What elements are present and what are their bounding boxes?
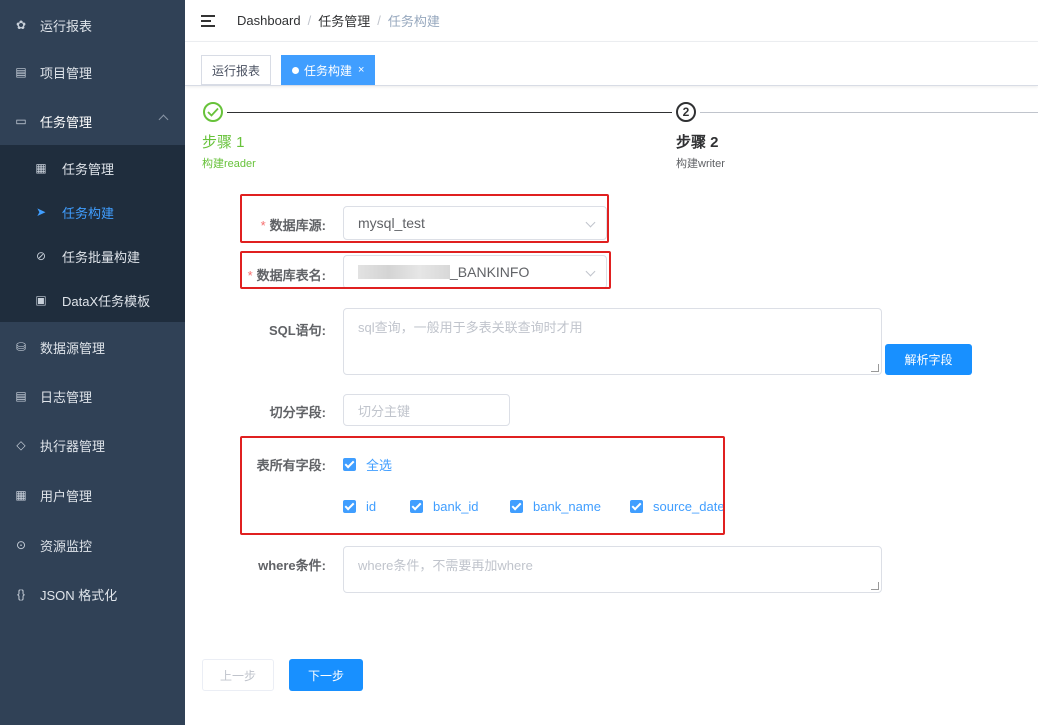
sidebar-item-logs[interactable]: ▤ 日志管理 [0, 371, 185, 421]
tag-dashboard[interactable]: 运行报表 [201, 55, 272, 85]
split-label: 切分字段: [269, 405, 326, 420]
step-2-number: 2 [676, 102, 696, 122]
batch-icon: ⊘ [35, 249, 47, 263]
split-placeholder: 切分主键 [358, 403, 411, 419]
task-icon: ▭ [15, 114, 27, 128]
sidebar-item-label: 项目管理 [40, 65, 93, 81]
template-icon: ▣ [35, 293, 47, 307]
step-1-desc: 构建reader [202, 158, 256, 170]
active-dot-icon [292, 66, 299, 74]
sidebar-item-label: JSON 格式化 [40, 587, 118, 603]
prev-step-button[interactable]: 上一步 [202, 659, 274, 691]
sidebar-item-label: 任务管理 [40, 114, 93, 130]
submenu-item-label: DataX任务模板 [62, 293, 151, 309]
sidebar-item-label: 资源监控 [40, 538, 93, 554]
sidebar-item-tasks[interactable]: ▭ 任务管理 [0, 96, 185, 146]
resize-grip-icon[interactable] [871, 582, 879, 590]
step-2-desc: 构建writer [676, 158, 725, 170]
sidebar-item-projects[interactable]: ▤ 项目管理 [0, 47, 185, 97]
sidebar-item-label: 执行器管理 [40, 438, 106, 454]
where-placeholder: where条件，不需要再加where [358, 558, 533, 573]
send-icon: ➤ [35, 205, 47, 219]
executor-icon: ◇ [16, 438, 26, 452]
chevron-up-icon [158, 114, 169, 125]
sidebar-item-label: 用户管理 [40, 488, 93, 504]
submenu-item-label: 任务构建 [62, 205, 115, 221]
sidebar-item-executors[interactable]: ◇ 执行器管理 [0, 420, 185, 470]
breadcrumb-separator: / [307, 13, 312, 28]
step-2-title: 步骤 2 [676, 134, 719, 151]
tag-task-build[interactable]: 任务构建 × [281, 55, 376, 85]
breadcrumb-item-current: 任务构建 [387, 14, 440, 29]
sidebar-item-label: 日志管理 [40, 389, 93, 405]
sql-placeholder: sql查询，一般用于多表关联查询时才用 [358, 320, 583, 335]
sidebar-item-datasource[interactable]: ⛁ 数据源管理 [0, 322, 185, 372]
hamburger-icon[interactable] [201, 14, 215, 27]
where-textarea[interactable]: where条件，不需要再加where [343, 546, 882, 593]
sidebar-item-label: 运行报表 [40, 18, 93, 34]
submenu-item-task-manage[interactable]: ▦ 任务管理 [0, 146, 185, 190]
sidebar-item-monitor[interactable]: ⊙ 资源监控 [0, 520, 185, 570]
sidebar-item-label: 数据源管理 [40, 340, 106, 356]
log-icon: ▤ [15, 389, 27, 403]
tag-label: 运行报表 [212, 63, 261, 78]
sidebar-item-users[interactable]: ▦ 用户管理 [0, 470, 185, 520]
sql-textarea[interactable]: sql查询，一般用于多表关联查询时才用 [343, 308, 882, 375]
dashboard-icon: ✿ [15, 18, 27, 32]
database-icon: ⛁ [15, 340, 27, 354]
submenu-item-datax-template[interactable]: ▣ DataX任务模板 [0, 278, 185, 322]
braces-icon: {} [16, 587, 25, 601]
submenu-item-batch-build[interactable]: ⊘ 任务批量构建 [0, 234, 185, 278]
sql-label: SQL语句: [268, 323, 326, 338]
step-1-title: 步骤 1 [202, 134, 245, 151]
check-icon [203, 102, 223, 122]
task-list-icon: ▦ [35, 161, 47, 175]
next-step-button[interactable]: 下一步 [289, 659, 363, 691]
resize-grip-icon[interactable] [871, 364, 879, 372]
breadcrumb: Dashboard / 任务管理 / 任务构建 [237, 11, 440, 30]
navbar: Dashboard / 任务管理 / 任务构建 [185, 0, 1038, 42]
submenu-item-task-build[interactable]: ➤ 任务构建 [0, 190, 185, 234]
breadcrumb-separator: / [377, 13, 381, 28]
parse-fields-button[interactable]: 解析字段 [885, 344, 972, 375]
user-icon: ▦ [15, 488, 27, 502]
highlight-box-datasource [240, 194, 609, 243]
submenu-item-label: 任务管理 [62, 161, 115, 177]
submenu-item-label: 任务批量构建 [62, 249, 141, 265]
sidebar-item-json-format[interactable]: {} JSON 格式化 [0, 569, 185, 619]
highlight-box-table [240, 251, 611, 289]
monitor-icon: ⊙ [15, 538, 27, 552]
task-submenu: ▦ 任务管理 ➤ 任务构建 ⊘ 任务批量构建 ▣ DataX任务模板 [0, 145, 185, 322]
split-input[interactable]: 切分主键 [343, 394, 510, 426]
project-icon: ▤ [15, 65, 27, 79]
where-label: where条件: [258, 558, 326, 573]
highlight-box-fields [240, 436, 725, 535]
breadcrumb-item-dashboard[interactable]: Dashboard [237, 13, 301, 28]
breadcrumb-item-tasks[interactable]: 任务管理 [318, 11, 370, 30]
step-line-2 [700, 112, 1038, 113]
step-line-1 [227, 112, 672, 113]
close-icon[interactable]: × [358, 64, 364, 76]
tags-view: 运行报表 任务构建 × [185, 42, 1038, 86]
tag-label: 任务构建 [304, 63, 353, 78]
sidebar: ✿ 运行报表 ▤ 项目管理 ▭ 任务管理 ▦ 任务管理 ➤ 任务构建 ⊘ 任务批… [0, 0, 185, 725]
sidebar-item-dashboard[interactable]: ✿ 运行报表 [0, 0, 185, 50]
